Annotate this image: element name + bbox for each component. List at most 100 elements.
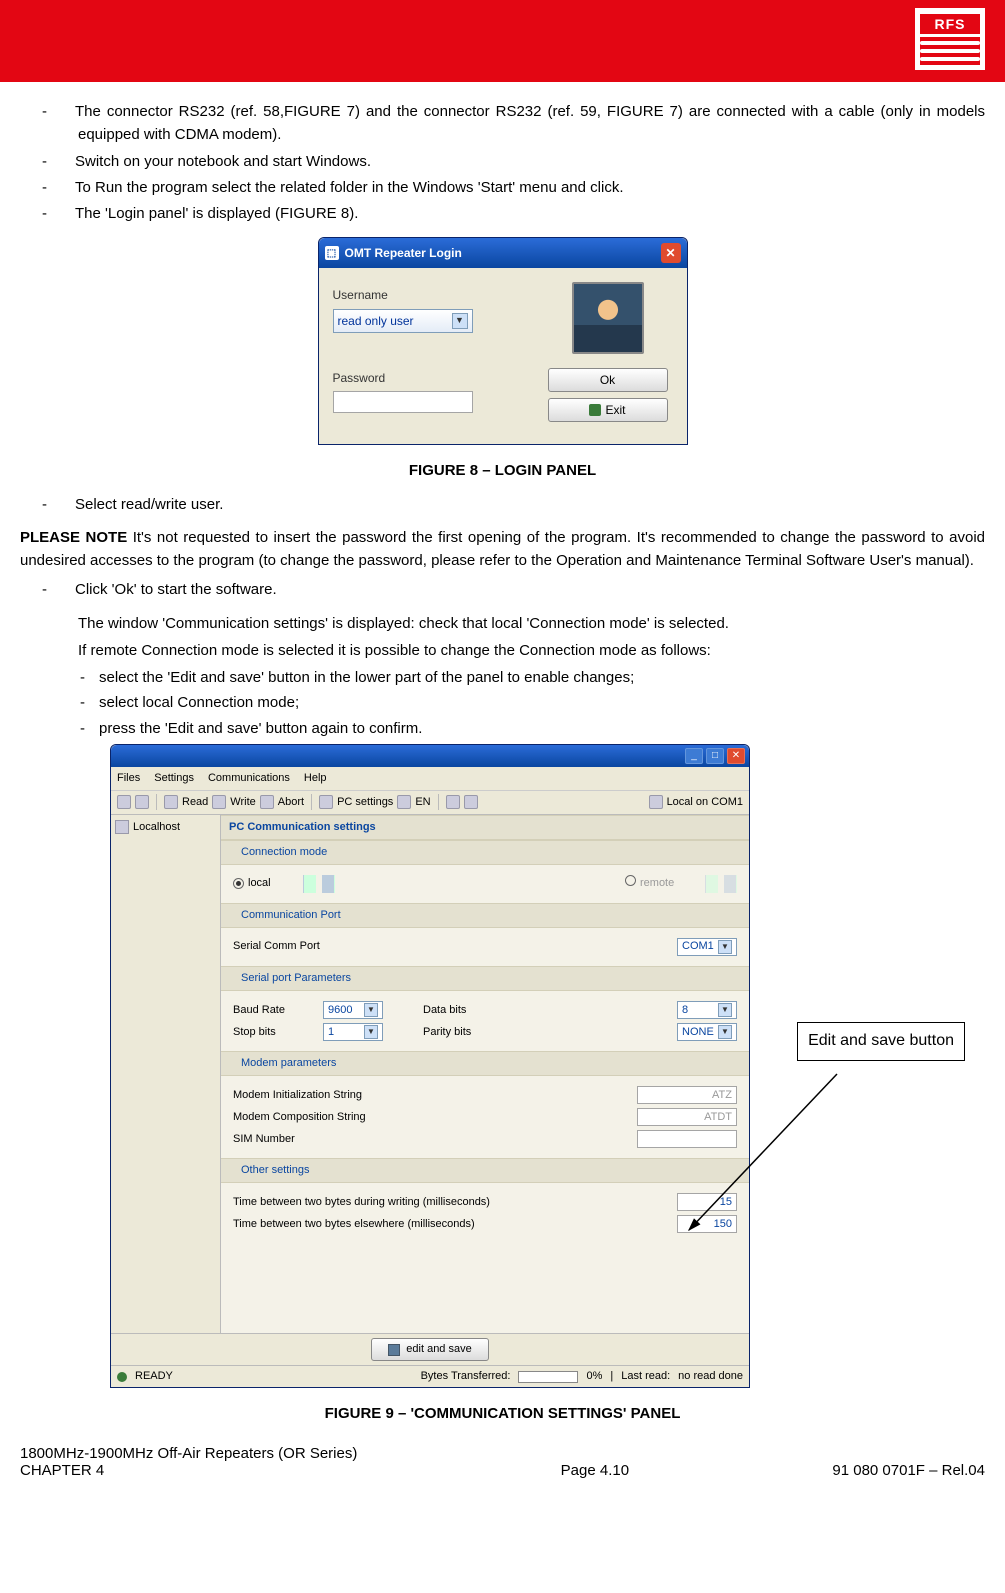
connection-status: Local on COM1 <box>667 794 743 811</box>
figure-9-caption: FIGURE 9 – 'COMMUNICATION SETTINGS' PANE… <box>20 1402 985 1425</box>
footer-page-number: Page 4.10 <box>561 1462 629 1479</box>
window-titlebar: _ □ ✕ <box>111 745 749 767</box>
login-window: ⬚ OMT Repeater Login ✕ Username read onl… <box>318 237 688 445</box>
maximize-icon[interactable]: □ <box>706 748 724 764</box>
chevron-down-icon: ▼ <box>718 940 732 954</box>
remote-pc-icon <box>705 875 737 893</box>
user-avatar-icon <box>572 282 644 354</box>
save-icon[interactable] <box>135 795 149 809</box>
status-bar: READY Bytes Transferred: 0% | Last read:… <box>111 1365 749 1387</box>
window-titlebar: ⬚ OMT Repeater Login ✕ <box>319 238 687 268</box>
chevron-down-icon: ▼ <box>364 1025 378 1039</box>
chevron-down-icon: ▼ <box>718 1025 732 1039</box>
cont-line: If remote Connection mode is selected it… <box>20 639 985 662</box>
radio-remote[interactable] <box>625 875 636 886</box>
username-value: read only user <box>338 312 414 331</box>
page-content: The connector RS232 (ref. 58,FIGURE 7) a… <box>0 82 1005 1425</box>
callout-arrow-icon <box>679 1072 839 1232</box>
chevron-down-icon: ▼ <box>718 1003 732 1017</box>
progress-bar <box>518 1371 578 1383</box>
pc-settings-icon[interactable] <box>319 795 333 809</box>
username-select[interactable]: read only user ▼ <box>333 309 473 333</box>
edit-and-save-button[interactable]: edit and save <box>371 1338 488 1361</box>
page-footer: 1800MHz-1900MHz Off-Air Repeaters (OR Se… <box>0 1435 1005 1491</box>
exit-button[interactable]: Exit <box>548 398 668 422</box>
tree-root[interactable]: Localhost <box>115 819 216 836</box>
header-band: RFS <box>0 0 1005 82</box>
local-pc-icon <box>303 875 335 893</box>
abort-icon[interactable] <box>260 795 274 809</box>
tool-bar: Read Write Abort PC settings EN Local on… <box>111 791 749 815</box>
please-note-label: PLEASE NOTE <box>20 529 127 546</box>
comm-settings-window: _ □ ✕ Files Settings Communications Help… <box>110 744 750 1388</box>
stopbits-select[interactable]: 1▼ <box>323 1023 383 1041</box>
list-item: select local Connection mode; <box>20 691 985 714</box>
list-item: To Run the program select the related fo… <box>20 176 985 199</box>
status-led-icon <box>117 1372 127 1382</box>
bullet-list-mid1: Select read/write user. <box>20 493 985 516</box>
menu-item[interactable]: Settings <box>154 770 194 787</box>
password-input[interactable] <box>333 391 473 413</box>
menu-item[interactable]: Communications <box>208 770 290 787</box>
rfs-logo: RFS <box>915 8 985 70</box>
list-item: The connector RS232 (ref. 58,FIGURE 7) a… <box>20 100 985 147</box>
serial-port-select[interactable]: COM1▼ <box>677 938 737 956</box>
ok-button[interactable]: Ok <box>548 368 668 392</box>
section-conn-mode: Connection mode <box>221 840 749 865</box>
list-item: Select read/write user. <box>20 493 985 516</box>
bullet-list-top: The connector RS232 (ref. 58,FIGURE 7) a… <box>20 100 985 225</box>
sub-bullet-list: select the 'Edit and save' button in the… <box>20 666 985 740</box>
misc-icon[interactable] <box>446 795 460 809</box>
footer-right: 91 080 0701F – Rel.04 <box>832 1462 985 1479</box>
close-icon[interactable]: ✕ <box>661 243 681 263</box>
list-item: Click 'Ok' to start the software. <box>20 578 985 601</box>
list-item: The 'Login panel' is displayed (FIGURE 8… <box>20 202 985 225</box>
figure-8-caption: FIGURE 8 – LOGIN PANEL <box>20 459 985 482</box>
list-item: Switch on your notebook and start Window… <box>20 150 985 173</box>
parity-select[interactable]: NONE▼ <box>677 1023 737 1041</box>
baud-select[interactable]: 9600▼ <box>323 1001 383 1019</box>
flag-icon[interactable] <box>397 795 411 809</box>
username-label: Username <box>333 286 531 305</box>
local-conn-icon <box>649 795 663 809</box>
figure-9: _ □ ✕ Files Settings Communications Help… <box>20 744 985 1388</box>
section-comm-port: Communication Port <box>221 903 749 928</box>
radio-local[interactable] <box>233 878 244 889</box>
figure-8: ⬚ OMT Repeater Login ✕ Username read onl… <box>20 237 985 445</box>
list-item: select the 'Edit and save' button in the… <box>20 666 985 689</box>
cont-line: The window 'Communication settings' is d… <box>20 612 985 635</box>
section-pc-comm: PC Communication settings <box>221 815 749 840</box>
please-note-paragraph: PLEASE NOTE It's not requested to insert… <box>20 526 985 573</box>
databits-select[interactable]: 8▼ <box>677 1001 737 1019</box>
rfs-waves-icon <box>920 37 980 65</box>
menu-item[interactable]: Files <box>117 770 140 787</box>
callout-edit-save: Edit and save button <box>797 1022 965 1061</box>
section-serial-params: Serial port Parameters <box>221 966 749 991</box>
tree-pane: Localhost <box>111 815 221 1333</box>
bullet-list-mid2: Click 'Ok' to start the software. <box>20 578 985 601</box>
rfs-logo-text: RFS <box>920 14 980 34</box>
chevron-down-icon: ▼ <box>364 1003 378 1017</box>
section-modem: Modem parameters <box>221 1051 749 1076</box>
app-icon: ⬚ <box>325 246 339 260</box>
password-label: Password <box>333 369 531 388</box>
menu-item[interactable]: Help <box>304 770 327 787</box>
section-other: Other settings <box>221 1158 749 1183</box>
save-icon <box>388 1344 400 1356</box>
close-icon[interactable]: ✕ <box>727 748 745 764</box>
please-note-text: It's not requested to insert the passwor… <box>20 529 985 569</box>
menu-bar: Files Settings Communications Help <box>111 767 749 791</box>
list-item: press the 'Edit and save' button again t… <box>20 717 985 740</box>
status-ready: READY <box>135 1368 173 1385</box>
write-icon[interactable] <box>212 795 226 809</box>
footer-left-2: CHAPTER 4 <box>20 1462 357 1479</box>
door-icon <box>589 404 601 416</box>
footer-left-1: 1800MHz-1900MHz Off-Air Repeaters (OR Se… <box>20 1445 357 1462</box>
read-icon[interactable] <box>164 795 178 809</box>
misc-icon[interactable] <box>464 795 478 809</box>
chevron-down-icon: ▼ <box>452 313 468 329</box>
window-title: OMT Repeater Login <box>345 244 462 263</box>
open-icon[interactable] <box>117 795 131 809</box>
minimize-icon[interactable]: _ <box>685 748 703 764</box>
host-icon <box>115 820 129 834</box>
